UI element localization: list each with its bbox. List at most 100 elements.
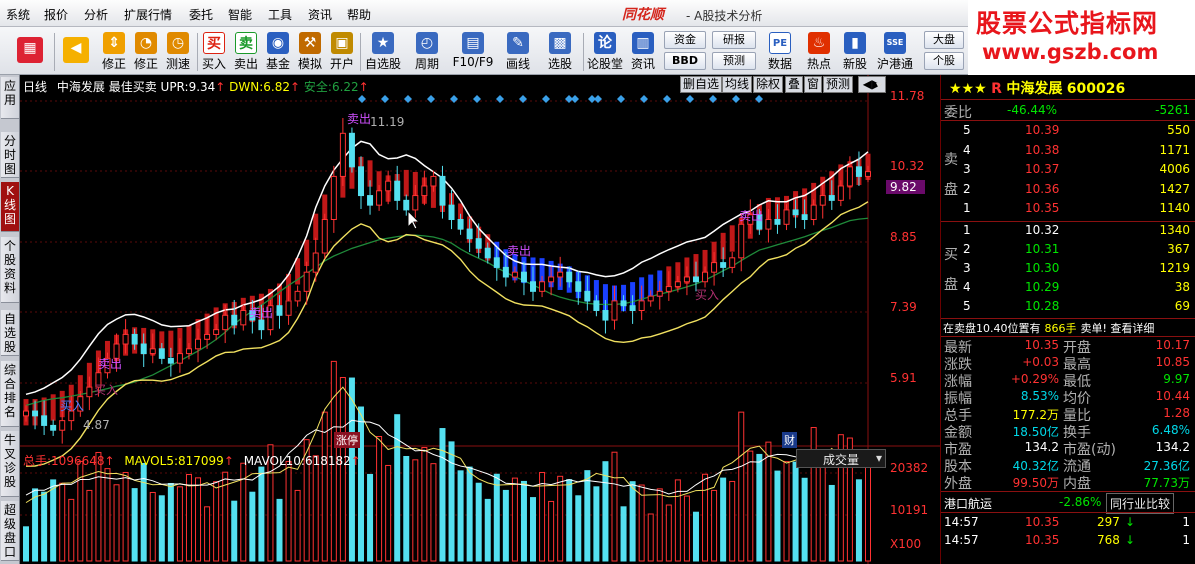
shhk-icon: SSE [884,32,906,54]
candle-body [620,300,627,307]
stat-value: 27.36亿 [1143,459,1190,473]
candle-body [357,166,364,197]
menu-smart[interactable]: 智能 [228,6,252,23]
candle-body [403,199,410,211]
market-button[interactable]: 大盘 [924,31,964,49]
open-account-button[interactable]: ▣ 开户 [327,29,357,73]
simulate-button[interactable]: ⚒ 模拟 [295,29,325,73]
volume-bar [548,500,555,562]
candle-body [729,257,736,268]
menu-quote[interactable]: 报价 [44,6,68,23]
bid-price: 10.32 [1025,223,1060,237]
sell-button[interactable]: 卖卖出 [231,29,261,73]
ma-button[interactable]: 均线 [722,76,753,93]
tab-profile[interactable]: 个股资料 [1,237,19,303]
candle-body [539,281,546,292]
speed-test-button-2[interactable]: ◷ 测速 [162,29,194,73]
tab-kline[interactable]: K线图 [1,182,19,232]
buy-button[interactable]: 买买入 [199,29,229,73]
big-order-alert[interactable]: 在卖盘10.40位置有 866手 卖单! 查看详细 [943,320,1154,336]
shhk-button[interactable]: SSE 沪港通 [874,29,916,73]
menu-news[interactable]: 资讯 [308,6,332,23]
overlay-button[interactable]: 叠 [785,76,804,93]
fire-icon: ♨ [808,32,830,54]
candle-body [430,175,437,187]
revise-button[interactable]: ⇕ 修正 [98,29,130,73]
volume-bar [683,495,690,562]
candle-body [810,204,817,221]
ask-level: 4 [963,142,971,157]
single-stock-button[interactable]: 个股 [924,52,964,70]
tab-ranking[interactable]: 综合排名 [1,361,19,427]
period-button[interactable]: ◴ 周期 [406,29,448,73]
ask-volume: 1427 [1159,181,1190,196]
volume-bar [321,411,328,562]
candle-body [59,420,66,431]
new-stock-button[interactable]: ▮ 新股 [838,29,872,73]
forecast-chart-button[interactable]: 预测 [823,76,854,93]
menu-tools[interactable]: 工具 [268,6,292,23]
volume-bar [41,491,48,562]
candle-body [285,300,292,316]
price-axis-label: 7.39 [890,300,917,314]
candle-body [602,309,609,321]
menu-trade[interactable]: 委托 [189,6,213,23]
tab-super-board[interactable]: 超级盘口 [1,501,19,561]
stat-value: 1.28 [1163,406,1190,420]
delete-watchlist-button[interactable]: 删自选 [680,76,723,93]
draw-line-button[interactable]: ✎ 画线 [498,29,538,73]
candle-body [466,228,473,240]
data-button[interactable]: PE 数据 [762,29,798,73]
layout-button[interactable]: ▦ [12,29,48,73]
watermark-url: www.gszb.com [982,40,1159,64]
volume-bar [756,453,763,562]
indicator-selector[interactable]: 成交量 [796,449,886,468]
bid-price: 10.31 [1025,242,1060,256]
volume-bar [23,526,29,562]
research-button[interactable]: 研报 [712,31,756,49]
kline-chart-area[interactable]: 日线 中海发展 最佳买卖 UPR:9.34↑ DWN:6.82↑ 安全:6.22… [20,75,940,564]
sector-name[interactable]: 港口航运 [944,495,992,512]
tab-apps[interactable]: 应用 [1,77,19,119]
capital-button[interactable]: 资金 [664,31,706,49]
kline-chart[interactable] [20,75,940,564]
menu-extended[interactable]: 扩展行情 [124,6,172,23]
forum-button[interactable]: 论论股堂 [585,29,625,73]
candle-body [240,309,247,326]
volume-bar [747,450,754,562]
volume-bar [276,498,283,562]
menu-analysis[interactable]: 分析 [84,6,108,23]
window-button[interactable]: 窗 [804,76,823,93]
menu-system[interactable]: 系统 [6,6,30,23]
left-tab-strip: 应用 分时图 K线图 个股资料 自选股 综合排名 牛叉诊股 超级盘口 [0,75,20,564]
hot-button[interactable]: ♨ 热点 [802,29,836,73]
bbd-button[interactable]: BBD [664,52,706,70]
buy-signal-label: 买入 [60,399,85,413]
speed-test-button[interactable]: ◔ 修正 [130,29,162,73]
candle-body [502,266,509,278]
chevron-down-icon[interactable]: ▾ [876,451,882,465]
volume-bar [204,506,211,562]
candle-body [584,290,591,302]
volume-bar [729,480,736,562]
stock-title: ★★★ R 中海发展 600026 [949,78,1125,98]
gauge-icon: ◔ [135,32,157,54]
stock-select-button[interactable]: ▩ 选股 [540,29,580,73]
sector-compare-button[interactable]: 同行业比较 [1106,493,1175,514]
volume-bar [765,441,772,562]
volume-bar [421,447,428,562]
menu-help[interactable]: 帮助 [347,6,371,23]
news-button[interactable]: ▥ 资讯 [627,29,659,73]
candle-body [593,300,600,311]
chevron-down-icon[interactable]: ▾ [876,78,882,92]
back-button[interactable]: ◀ [58,29,94,73]
stat-value: +0.03 [1022,355,1059,369]
watchlist-button[interactable]: ★ 自选股 [362,29,404,73]
fund-button[interactable]: ◉ 基金 [263,29,293,73]
tab-intraday[interactable]: 分时图 [1,132,19,178]
f10-button[interactable]: ▤ F10/F9 [450,29,496,73]
tab-watchlist[interactable]: 自选股 [1,310,19,356]
exright-button[interactable]: 除权 [753,76,784,93]
forecast-button[interactable]: 预测 [712,52,756,70]
tab-diagnosis[interactable]: 牛叉诊股 [1,431,19,497]
